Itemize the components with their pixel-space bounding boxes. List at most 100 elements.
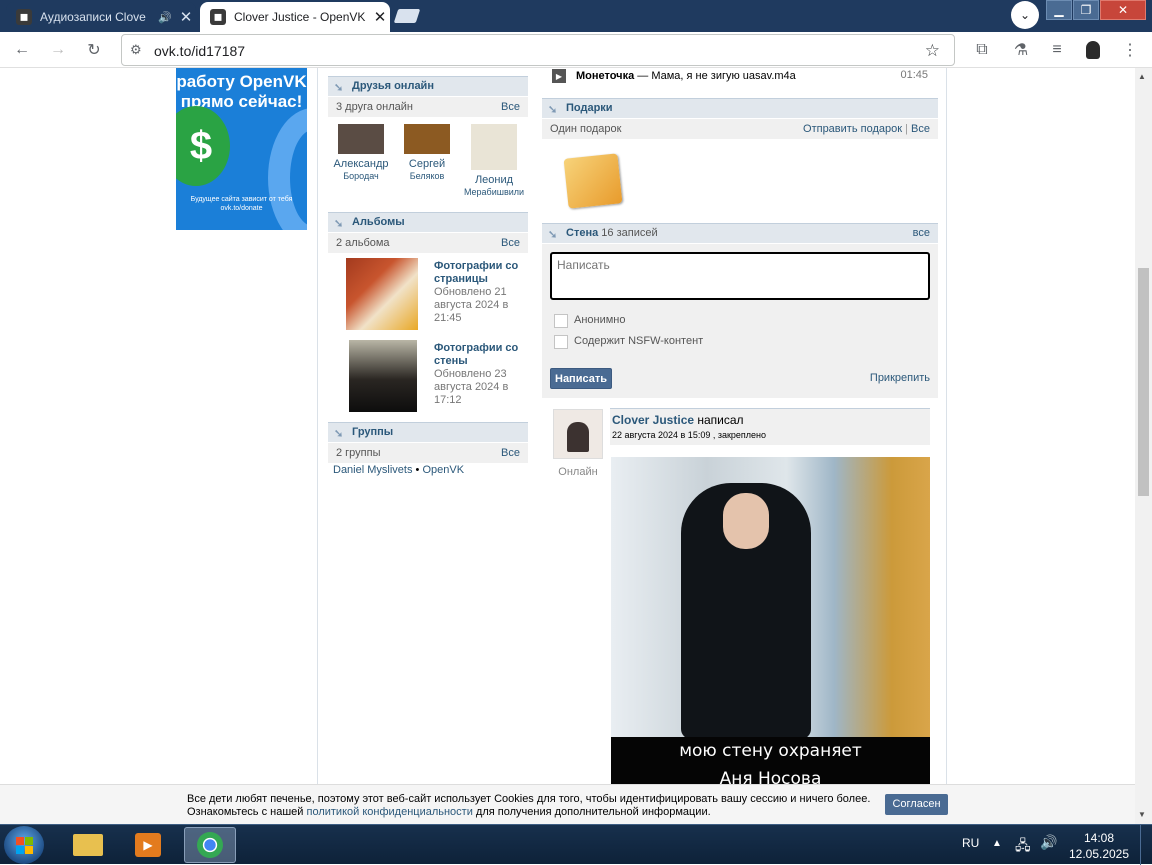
speaker-icon[interactable]: 🔊 (158, 11, 172, 24)
scroll-down-icon[interactable]: ▼ (1138, 810, 1146, 819)
tray-expand-icon[interactable]: ▲ (992, 838, 1002, 849)
online-status: Онлайн (558, 466, 598, 478)
play-icon[interactable]: ▶ (552, 69, 566, 83)
browser-toolbar: ← → ↻ ⚙ ovk.to/id17187 ☆ ⧉ ⚗ ≡ ⋮ (0, 32, 1152, 68)
clock-time: 14:08 (1083, 831, 1115, 845)
forward-button[interactable]: → (44, 36, 72, 64)
scroll-thumb[interactable] (1138, 268, 1149, 496)
close-tab-icon[interactable]: ✕ (370, 8, 390, 26)
post-image[interactable]: мою стену охраняет Аня Носова (611, 457, 930, 784)
box-arrow-icon: ➘ (334, 218, 344, 230)
box-arrow-icon: ➘ (548, 104, 558, 116)
group-link[interactable]: OpenVK (422, 464, 464, 476)
album-info: Фотографии со стены Обновлено 23 августа… (434, 342, 526, 407)
album-title[interactable]: Фотографии со стены (434, 342, 526, 368)
page-content: работу OpenVK прямо сейчас! $ Будущее са… (0, 68, 1135, 784)
url-text: ovk.to/id17187 (154, 43, 246, 59)
minimize-button[interactable]: ▁ (1046, 0, 1072, 20)
menu-button[interactable]: ⋮ (1116, 36, 1144, 64)
new-tab-button[interactable] (393, 9, 421, 23)
avatar[interactable] (553, 409, 603, 459)
avatar[interactable] (471, 124, 517, 170)
album-title[interactable]: Фотографии со страницы (434, 260, 526, 286)
extensions-button[interactable]: ⧉ (968, 36, 996, 64)
address-bar[interactable]: ⚙ ovk.to/id17187 ☆ (121, 34, 955, 66)
chevron-down-icon: ⌄ (1019, 8, 1031, 22)
wall-all-link[interactable]: все (913, 224, 930, 242)
volume-icon[interactable]: 🔊 (1040, 834, 1057, 851)
reload-button[interactable]: ↻ (80, 36, 108, 64)
media-control-button[interactable]: ≡ (1043, 36, 1071, 64)
language-indicator[interactable]: RU (962, 836, 979, 850)
album-item[interactable]: Фотографии со страницы Обновлено 21 авгу… (328, 258, 518, 336)
section-title: Подарки (566, 102, 613, 114)
gift-image[interactable] (563, 153, 623, 209)
friends-online-sub: 3 друга онлайн Все (328, 97, 528, 117)
group-link[interactable]: Daniel Myslivets (333, 464, 412, 476)
avatar[interactable] (338, 124, 384, 154)
tab-search-button[interactable]: ⌄ (1011, 1, 1039, 29)
send-gift-link[interactable]: Отправить подарок (803, 123, 902, 135)
site-info-icon[interactable]: ⚙ (130, 42, 146, 58)
explorer-taskbar-button[interactable] (62, 827, 114, 863)
bookmark-star-icon[interactable]: ☆ (925, 41, 940, 61)
anonymous-checkbox[interactable] (554, 314, 568, 328)
groups-all-link[interactable]: Все (501, 443, 520, 463)
maximize-button[interactable]: ❐ (1073, 0, 1099, 20)
gifts-separator: | (905, 123, 908, 135)
section-title: Альбомы (352, 216, 405, 228)
gifts-all-link[interactable]: Все (911, 123, 930, 135)
avatar-figure (567, 422, 589, 452)
tab-audio[interactable]: ◼ Аудиозаписи Clove 🔊 ✕ (6, 2, 196, 32)
friend-item[interactable]: Александр Бородач (331, 124, 391, 182)
album-thumbnail[interactable] (346, 258, 418, 330)
scroll-up-icon[interactable]: ▲ (1138, 72, 1146, 81)
puzzle-icon: ⧉ (976, 41, 988, 58)
close-window-button[interactable]: ✕ (1100, 0, 1146, 20)
audio-artist: Монеточка (576, 70, 635, 82)
post-author-link[interactable]: Clover Justice (612, 413, 694, 427)
cookie-line-1: Все дети любят печенье, поэтому этот веб… (187, 793, 871, 805)
chrome-taskbar-button[interactable] (184, 827, 236, 863)
wall-post-input[interactable]: Написать (550, 252, 930, 300)
album-item[interactable]: Фотографии со стены Обновлено 23 августа… (328, 340, 518, 418)
friends-all-link[interactable]: Все (501, 97, 520, 117)
attach-link[interactable]: Прикрепить (870, 372, 930, 384)
box-arrow-icon: ➘ (334, 82, 344, 94)
audio-title: Монеточка — Мама, я не зигую uasav.m4a (576, 70, 796, 82)
friend-name: Леонид (474, 174, 514, 186)
windows-logo-icon (15, 836, 33, 854)
profile-button[interactable] (1079, 36, 1107, 64)
accept-cookies-button[interactable]: Согласен (885, 794, 948, 815)
audio-item: ▶ Монеточка — Мама, я не зигую uasav.m4a… (542, 68, 938, 86)
dollar-icon: $ (176, 106, 230, 186)
avatar (1086, 41, 1100, 59)
clock-date: 12.05.2025 (1068, 847, 1130, 861)
media-player-taskbar-button[interactable]: ▶ (122, 827, 174, 863)
friend-item[interactable]: Сергей Беляков (397, 124, 457, 182)
back-button[interactable]: ← (8, 36, 36, 64)
cookie-line-2: Ознакомьтесь с нашей политикой конфиденц… (187, 806, 870, 819)
caption-line-1: мою стену охраняет (679, 741, 862, 761)
gifts-actions: Отправить подарок | Все (803, 119, 930, 139)
close-tab-icon[interactable]: ✕ (176, 8, 196, 26)
clock[interactable]: 14:08 12.05.2025 (1068, 830, 1130, 862)
tab-profile[interactable]: ◼ Clover Justice - OpenVK ✕ (200, 2, 390, 32)
post-date[interactable]: 22 августа 2024 в 15:09 , закреплено (612, 430, 766, 440)
friend-item[interactable]: Леонид Мерабишвили (463, 124, 525, 198)
wall-post-form: Написать Анонимно Содержит NSFW-контент … (542, 244, 938, 398)
avatar[interactable] (404, 124, 450, 154)
arrow-left-icon: ← (14, 41, 30, 58)
show-desktop-button[interactable] (1140, 825, 1152, 865)
cookie-text-b: для получения дополнительной информации. (472, 806, 711, 818)
donate-ad-banner[interactable]: работу OpenVK прямо сейчас! $ Будущее са… (176, 68, 307, 230)
openvk-favicon-icon: ◼ (210, 9, 226, 25)
start-button[interactable] (4, 826, 44, 864)
privacy-policy-link[interactable]: политикой конфиденциальности (307, 806, 473, 818)
nsfw-checkbox[interactable] (554, 335, 568, 349)
labs-button[interactable]: ⚗ (1007, 36, 1035, 64)
albums-all-link[interactable]: Все (501, 233, 520, 253)
post-button[interactable]: Написать (550, 368, 612, 389)
album-thumbnail[interactable] (349, 340, 417, 412)
network-icon[interactable]: 🖧 (1015, 835, 1031, 859)
